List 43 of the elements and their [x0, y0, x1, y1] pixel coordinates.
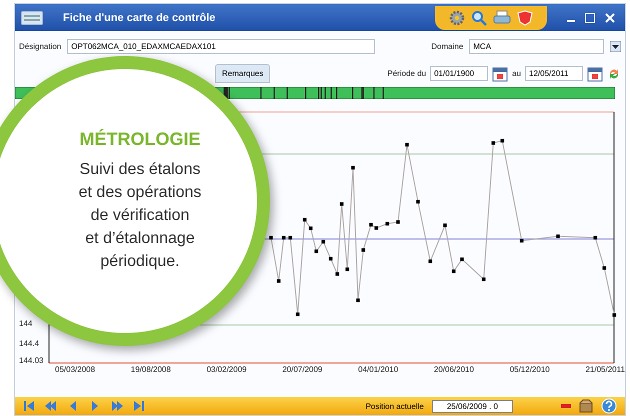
fast-back-icon[interactable]	[45, 400, 57, 412]
x-axis-label: 20/06/2010	[434, 365, 474, 374]
period-label: au	[512, 69, 521, 78]
position-field[interactable]: 25/06/2009 . 0	[432, 400, 513, 412]
box-icon[interactable]	[579, 399, 593, 413]
minimize-icon[interactable]	[567, 20, 575, 22]
maximize-icon[interactable]	[585, 12, 595, 22]
date-field[interactable]: 12/05/2011	[525, 66, 583, 81]
x-axis-label: 19/08/2008	[130, 365, 171, 374]
date-field[interactable]: 01/01/1900	[430, 66, 488, 81]
y-axis-label: 144	[19, 319, 32, 328]
fast-forward-icon[interactable]	[111, 400, 123, 412]
x-axis-label: 05/12/2010	[510, 365, 550, 374]
x-axis-label: 04/01/2010	[358, 365, 398, 374]
calendar-icon[interactable]	[492, 66, 508, 82]
x-axis-label: 20/07/2009	[282, 365, 322, 374]
printer-icon[interactable]	[493, 10, 511, 26]
first-icon[interactable]	[23, 400, 35, 412]
callout-heading: MÉTROLOGIE	[80, 128, 200, 150]
domain-dropdown[interactable]: MCA	[469, 39, 604, 54]
designation-field[interactable]: OPT062MCA_010_EDAXMCAEDAX101	[67, 39, 376, 54]
search-icon[interactable]	[471, 10, 487, 26]
help-icon[interactable]	[601, 398, 617, 414]
x-axis-label: 03/02/2009	[206, 365, 247, 374]
x-axis-label: 21/05/2011	[585, 365, 625, 374]
tab[interactable]: Remarques	[215, 64, 270, 83]
y-axis-label: 144.4	[19, 339, 40, 348]
app-icon	[21, 10, 43, 24]
field-label: Domaine	[431, 42, 464, 51]
dropdown-arrow-icon[interactable]	[610, 41, 621, 52]
callout-text: Suivi des étalons et des opérations de vérification et d’étalonnage périodique.	[78, 160, 202, 272]
period-label: Période du	[387, 69, 426, 78]
x-axis-label: 05/03/2008	[55, 365, 96, 374]
y-axis-label: 144.03	[19, 356, 44, 365]
position-label: Position actuelle	[366, 402, 424, 410]
shield-icon[interactable]	[517, 10, 533, 26]
calendar-icon[interactable]	[587, 66, 603, 82]
close-icon[interactable]	[605, 12, 615, 22]
field-label: Désignation	[19, 42, 62, 51]
last-icon[interactable]	[133, 400, 145, 412]
window-title: Fiche d'une carte de contrôle	[63, 12, 216, 24]
refresh-icon[interactable]	[607, 66, 621, 80]
gear-icon[interactable]	[449, 10, 465, 26]
